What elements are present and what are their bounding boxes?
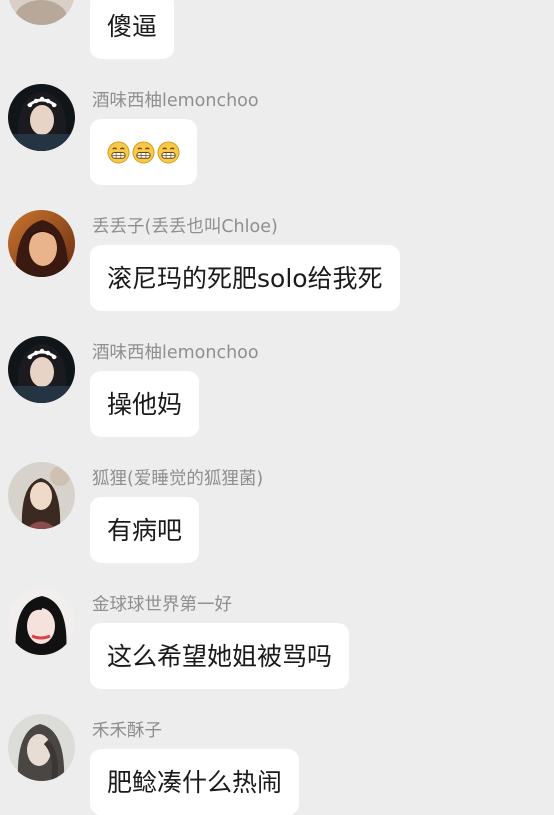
sender-name: 狐狸(爱睡觉的狐狸菌): [92, 469, 264, 489]
grinning-face-icon: [157, 140, 180, 164]
chat-message-list[interactable]: 傻逼 酒味西柚lemonchoo 丢丢子(丢丢也叫Chloe) 滚尼玛的死肥so…: [0, 0, 554, 815]
sender-name: 酒味西柚lemonchoo: [92, 343, 259, 363]
avatar[interactable]: [8, 210, 75, 277]
message-bubble[interactable]: 这么希望她姐被骂吗: [90, 623, 350, 689]
message-bubble[interactable]: 傻逼: [90, 0, 175, 59]
avatar[interactable]: [8, 336, 75, 403]
emoji-row: [107, 140, 180, 164]
grinning-face-icon: [132, 140, 155, 164]
sender-name: 丢丢子(丢丢也叫Chloe): [92, 217, 278, 237]
sender-name: 金球球世界第一好: [92, 595, 232, 615]
message-text: 有病吧: [107, 515, 183, 545]
avatar[interactable]: [8, 84, 75, 151]
message-bubble[interactable]: [90, 119, 197, 185]
message-text: 肥鲶凑什么热闹: [107, 767, 283, 797]
message-text: 滚尼玛的死肥solo给我死: [107, 263, 383, 293]
message-bubble[interactable]: 操他妈: [90, 371, 200, 437]
message-bubble[interactable]: 肥鲶凑什么热闹: [90, 749, 300, 815]
message-text: 这么希望她姐被骂吗: [107, 641, 333, 671]
message-bubble[interactable]: 有病吧: [90, 497, 200, 563]
message-bubble[interactable]: 滚尼玛的死肥solo给我死: [90, 245, 400, 311]
sender-name: 酒味西柚lemonchoo: [92, 91, 259, 111]
message-text: 傻逼: [107, 11, 158, 41]
grinning-face-icon: [107, 140, 130, 164]
avatar[interactable]: [8, 714, 75, 781]
avatar[interactable]: [8, 462, 75, 529]
message-text: 操他妈: [107, 389, 183, 419]
avatar[interactable]: [8, 0, 75, 25]
avatar[interactable]: [8, 588, 75, 655]
sender-name: 禾禾酥子: [92, 721, 162, 741]
